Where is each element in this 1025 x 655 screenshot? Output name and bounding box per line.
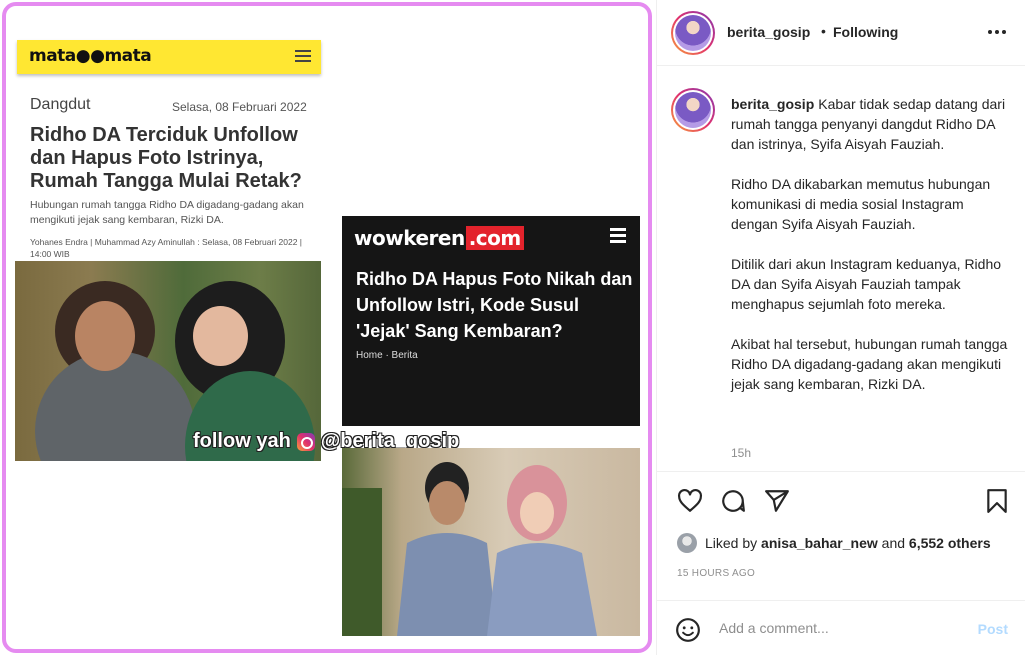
comment-icon[interactable] [720,488,746,514]
article-byline: Yohanes Endra | Muhammad Azy Aminullah :… [30,237,303,259]
likes-summary: Liked by anisa_bahar_new and 6,552 other… [677,533,1017,555]
couple-photo-batik [342,448,640,636]
likes-prefix: Liked by [705,535,758,551]
caption-paragraph: Akibat hal tersebut, hubungan rumah tang… [731,336,1008,392]
action-bar [657,484,1025,518]
likes-text[interactable]: Liked by anisa_bahar_new and 6,552 other… [705,535,991,551]
caption-paragraph: Ridho DA dikabarkan memutus hubungan kom… [731,176,991,232]
article-summary: Hubungan rumah tangga Ridho DA digadang-… [30,199,304,226]
wowkeren-title: Ridho DA Hapus Foto Nikah dan Unfollow I… [356,269,633,341]
article-title: Ridho DA Terciduk Unfollow dan Hapus Fot… [30,124,302,192]
post-header: berita_gosip • Following [657,0,1025,66]
instagram-icon [296,432,315,451]
header-separator: • [821,23,826,39]
watermark-text: follow yah [193,430,291,452]
bookmark-icon[interactable] [984,488,1010,514]
post-media[interactable]: mata●●mata Dangdut Selasa, 08 Februari 2… [2,2,652,653]
liker-username[interactable]: anisa_bahar_new [761,535,878,551]
caption-avatar[interactable] [671,88,715,132]
wowkeren-card: wowkeren .com Ridho DA Hapus Foto Nikah d… [342,216,640,426]
likes-and: and [881,535,906,551]
caption-section: berita_gosip Kabar tidak sedap datang dar… [657,67,1025,472]
more-options-icon[interactable] [988,30,1006,34]
header-username[interactable]: berita_gosip [727,24,810,40]
caption-text: berita_gosip Kabar tidak sedap datang dar… [731,94,1011,414]
post-side-panel: berita_gosip • Following berita_gosip Kab… [656,0,1025,655]
share-icon[interactable] [764,488,790,514]
likes-others-count[interactable]: 6,552 others [909,535,991,551]
comment-bar: Post [657,600,1025,655]
avatar[interactable] [671,11,715,55]
hamburger-icon [295,50,311,65]
matamata-header: mata●●mata [17,40,321,74]
matamata-logo: mata●●mata [29,46,152,66]
post-timestamp[interactable]: 15 HOURS AGO [677,568,755,579]
caption-timestamp[interactable]: 15h [731,446,751,460]
article-date: Selasa, 08 Februari 2022 [172,100,307,114]
caption-username[interactable]: berita_gosip [731,96,814,112]
wowkeren-breadcrumb: Home · Berita [356,350,418,361]
caption-paragraph: Ditilik dari akun Instagram keduanya, Ri… [731,256,1002,312]
article-category: Dangdut [30,96,91,113]
comment-input[interactable] [719,620,959,636]
wowkeren-logo-suffix: .com [465,226,524,250]
wowkeren-logo-main: wowkeren [354,226,465,250]
heart-icon[interactable] [677,488,703,514]
post-button[interactable]: Post [978,621,1008,637]
liker-avatar[interactable] [677,533,697,553]
wowkeren-logo: wowkeren .com [354,226,524,250]
emoji-icon[interactable] [675,617,701,643]
following-button[interactable]: Following [833,24,898,40]
hamburger-icon [610,228,626,246]
